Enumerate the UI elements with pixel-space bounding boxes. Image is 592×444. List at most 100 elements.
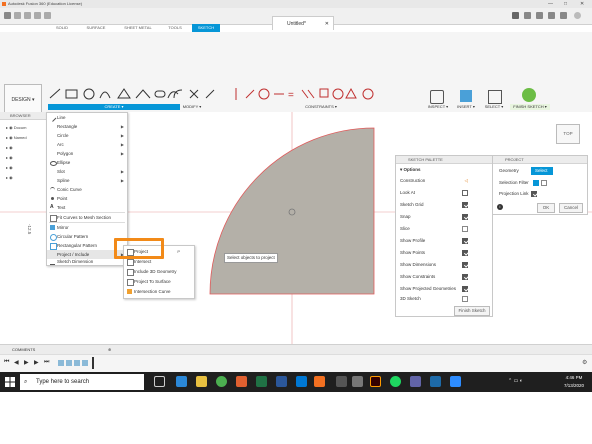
show-dimensions-checkbox[interactable] <box>462 262 468 268</box>
menu-item-arc[interactable]: Arc ▶ <box>47 140 127 149</box>
menu-item-conic-curve[interactable]: Conic Curve <box>47 185 127 194</box>
maximize-icon[interactable]: □ <box>564 0 567 8</box>
notifications-icon[interactable] <box>548 12 555 19</box>
fusion-360-taskbar-icon[interactable] <box>314 376 325 387</box>
windows-start-icon[interactable] <box>5 377 15 387</box>
browser-item[interactable]: ▸ ◉ <box>6 174 13 182</box>
show-profile-checkbox[interactable] <box>462 238 468 244</box>
app-icon[interactable] <box>352 376 363 387</box>
timeline-forward-icon[interactable]: ▶ <box>34 359 39 366</box>
sketch-grid-checkbox[interactable] <box>462 202 468 208</box>
finish-sketch-button[interactable]: Finish Sketch <box>454 306 490 316</box>
browser-item[interactable]: ▸ ◉ Named <box>6 134 27 142</box>
redo-icon[interactable] <box>44 12 51 19</box>
menu-item-mirror[interactable]: Mirror <box>47 223 127 232</box>
show-projected-checkbox[interactable] <box>462 286 468 292</box>
projection-link-checkbox[interactable] <box>531 191 537 197</box>
taskbar-search-box[interactable]: ⌕ Type here to search <box>20 374 144 390</box>
tab-sketch[interactable]: SKETCH <box>192 24 220 32</box>
browser-item[interactable]: ▸ ◉ <box>6 144 13 152</box>
constraints-menu-button[interactable]: CONSTRAINTS ▾ <box>300 104 342 110</box>
timeline-feature-icon[interactable] <box>74 360 80 366</box>
geometry-select-button[interactable]: Select <box>531 167 553 175</box>
browser-item[interactable]: ▸ ◉ <box>6 164 13 172</box>
system-tray-icons[interactable]: ⌃ ▭ ◐ <box>508 378 523 384</box>
new-tab-icon[interactable] <box>512 12 519 19</box>
ok-button[interactable]: OK <box>537 203 555 213</box>
filter-edge-icon[interactable] <box>541 180 547 186</box>
timeline-last-icon[interactable]: ⏭ <box>44 359 49 366</box>
extensions-icon[interactable] <box>524 12 531 19</box>
menu-item-slot[interactable]: Slot ▶ <box>47 167 127 176</box>
palette-section-options[interactable]: ▾ Options <box>400 165 490 175</box>
tab-surface[interactable]: SURFACE <box>78 24 114 32</box>
view-cube[interactable]: TOP <box>556 124 580 144</box>
menu-item-fit-curves[interactable]: Fit Curves to Mesh Section <box>47 213 127 222</box>
file-menu-icon[interactable] <box>14 12 21 19</box>
browser-header[interactable]: BROWSER <box>0 112 48 120</box>
filter-body-icon[interactable] <box>533 180 539 186</box>
finish-sketch-check-icon[interactable] <box>522 88 536 102</box>
timeline-first-icon[interactable]: ⏮ <box>4 359 9 366</box>
teams-icon[interactable] <box>410 376 421 387</box>
snap-checkbox[interactable] <box>462 214 468 220</box>
menu-item-point[interactable]: Point <box>47 194 127 203</box>
menu-item-sketch-dimension[interactable]: Sketch Dimension <box>47 259 127 265</box>
timeline-play-icon[interactable]: ▶ <box>24 359 29 366</box>
timeline-back-icon[interactable]: ◀ <box>14 359 19 366</box>
undo-icon[interactable] <box>34 12 41 19</box>
info-icon[interactable]: i <box>497 204 503 210</box>
show-points-checkbox[interactable] <box>462 250 468 256</box>
document-tab[interactable]: Untitled* ✕ <box>272 16 334 30</box>
construction-icon[interactable]: ◁ <box>465 176 468 186</box>
illustrator-icon[interactable] <box>370 376 381 387</box>
menu-item-circle[interactable]: Circle ▶ <box>47 131 127 140</box>
insert-image-icon[interactable] <box>460 90 472 102</box>
menu-item-ellipse[interactable]: Ellipse <box>47 158 127 167</box>
insert-menu-button[interactable]: INSERT ▾ <box>454 104 478 110</box>
browser-item[interactable]: ▸ ◉ <box>6 154 13 162</box>
menu-item-polygon[interactable]: Polygon ▶ <box>47 149 127 158</box>
powerpoint-icon[interactable] <box>236 376 247 387</box>
taskbar-clock[interactable]: 4:46 PM 7/13/2020 <box>556 374 592 390</box>
tab-solid[interactable]: SOLID <box>48 24 76 32</box>
minimize-icon[interactable]: — <box>548 0 553 8</box>
finish-sketch-menu-button[interactable]: FINISH SKETCH ▾ <box>510 104 550 110</box>
zoom-app-icon[interactable] <box>450 376 461 387</box>
menu-item-text[interactable]: A Text <box>47 203 127 212</box>
file-explorer-icon[interactable] <box>196 376 207 387</box>
timeline-feature-icon[interactable] <box>66 360 72 366</box>
sketch-palette-header[interactable]: SKETCH PALETTE <box>396 156 492 164</box>
tab-tools[interactable]: TOOLS <box>162 24 188 32</box>
project-dialog-header[interactable]: PROJECT <box>493 156 587 164</box>
tab-sheet-metal[interactable]: SHEET METAL <box>116 24 160 32</box>
app-icon[interactable] <box>430 376 441 387</box>
submenu-item-include-3d[interactable]: Include 3D Geometry <box>124 267 194 276</box>
data-panel-icon[interactable] <box>4 12 11 19</box>
task-view-icon[interactable] <box>154 376 165 387</box>
save-icon[interactable] <box>24 12 31 19</box>
show-constraints-checkbox[interactable] <box>462 274 468 280</box>
user-avatar[interactable] <box>574 12 581 19</box>
submenu-item-project-to-surface[interactable]: Project To Surface <box>124 277 194 286</box>
close-window-icon[interactable]: ✕ <box>580 0 584 8</box>
chrome-icon[interactable] <box>216 376 227 387</box>
slice-checkbox[interactable] <box>462 226 468 232</box>
edge-browser-icon[interactable] <box>176 376 187 387</box>
timeline-feature-icon[interactable] <box>82 360 88 366</box>
spotify-icon[interactable] <box>390 376 401 387</box>
3d-sketch-checkbox[interactable] <box>462 296 468 302</box>
word-icon[interactable] <box>276 376 287 387</box>
excel-icon[interactable] <box>256 376 267 387</box>
browser-item[interactable]: ▸ ◉ Docum <box>6 124 26 132</box>
help-icon[interactable] <box>560 12 567 19</box>
close-tab-icon[interactable]: ✕ <box>325 17 329 31</box>
select-menu-button[interactable]: SELECT ▾ <box>482 104 506 110</box>
job-status-icon[interactable] <box>536 12 543 19</box>
menu-item-rectangle[interactable]: Rectangle ▶ <box>47 122 127 131</box>
timeline-settings-icon[interactable]: ⚙ <box>582 359 587 366</box>
app-icon[interactable] <box>336 376 347 387</box>
timeline-feature-icon[interactable] <box>58 360 64 366</box>
inspect-menu-button[interactable]: INSPECT ▾ <box>424 104 452 110</box>
submenu-item-intersection-curve[interactable]: Intersection Curve <box>124 287 194 296</box>
